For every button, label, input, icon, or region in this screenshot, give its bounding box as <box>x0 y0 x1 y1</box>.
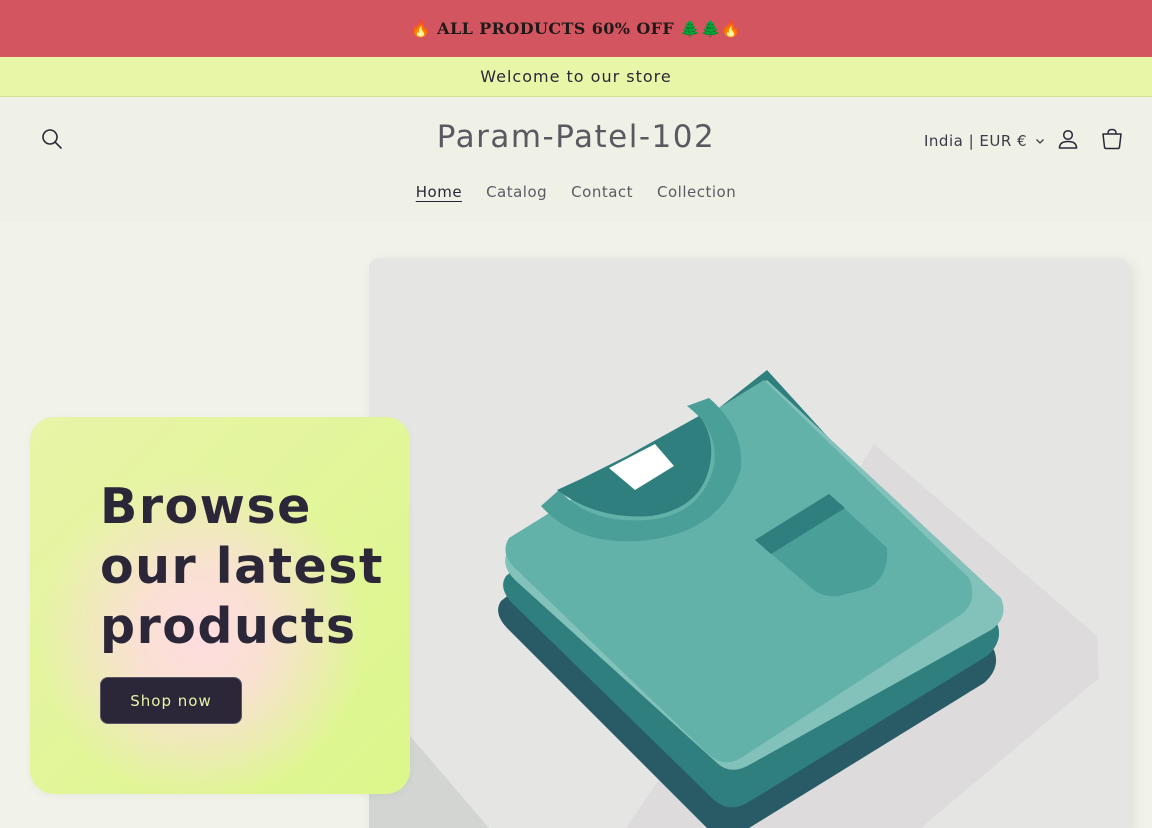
cart-icon <box>1102 128 1122 150</box>
hero-image <box>369 258 1129 828</box>
cart-button[interactable] <box>1100 127 1124 151</box>
nav-item-collection[interactable]: Collection <box>657 183 736 201</box>
nav-item-home[interactable]: Home <box>416 183 462 201</box>
locale-selector[interactable]: India | EUR € <box>924 130 1045 152</box>
chevron-down-icon <box>1036 139 1045 144</box>
hero-heading: Browse our latest products <box>100 478 384 655</box>
account-button[interactable] <box>1056 127 1080 151</box>
announcement-text: Welcome to our store <box>480 67 672 86</box>
site-header: Param-Patel-102 India | EUR € Home Catal… <box>0 97 1152 222</box>
nav-item-contact[interactable]: Contact <box>571 183 633 201</box>
nav-item-catalog[interactable]: Catalog <box>486 183 547 201</box>
account-icon <box>1058 129 1078 149</box>
promo-bar: 🔥 ALL PRODUCTS 60% OFF 🌲🌲🔥 <box>0 0 1152 57</box>
promo-text: 🔥 ALL PRODUCTS 60% OFF 🌲🌲🔥 <box>410 19 742 38</box>
shop-now-button[interactable]: Shop now <box>100 677 242 724</box>
folded-shirts-illustration <box>369 370 1099 828</box>
locale-label: India | EUR € <box>924 132 1028 150</box>
main-nav: Home Catalog Contact Collection <box>0 183 1152 201</box>
announcement-bar: Welcome to our store <box>0 57 1152 97</box>
hero-card: Browse our latest products Shop now <box>30 417 410 794</box>
